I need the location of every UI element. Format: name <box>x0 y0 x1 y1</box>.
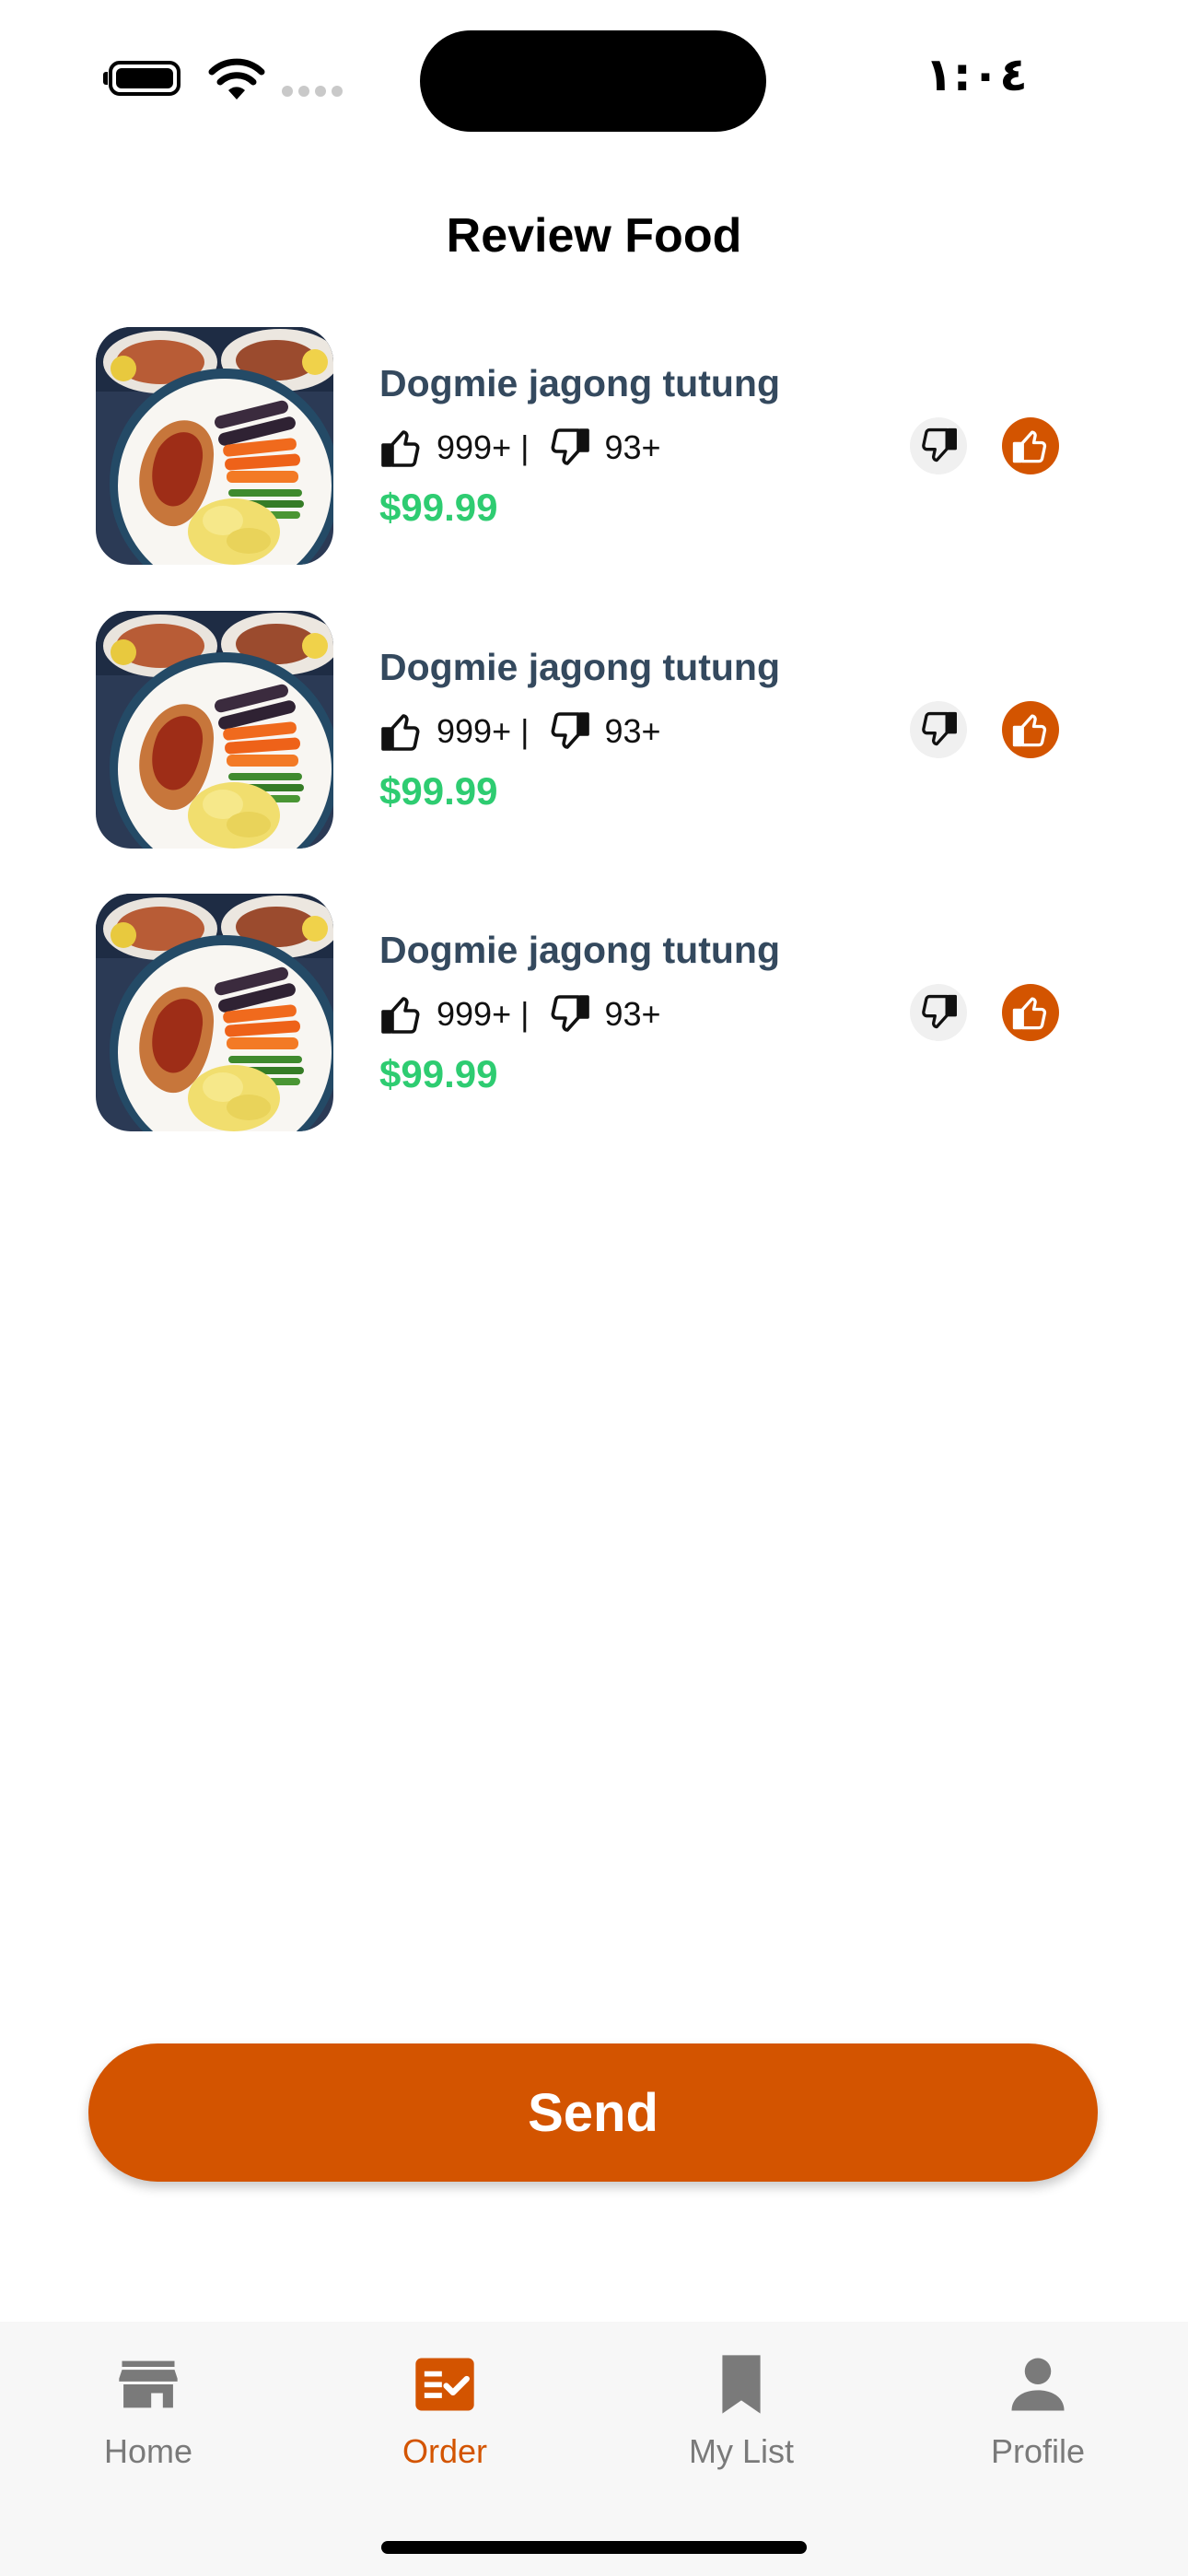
nav-label-order: Order <box>402 2432 488 2470</box>
like-button[interactable] <box>1002 701 1059 758</box>
page-title: Review Food <box>446 209 742 263</box>
food-image <box>96 894 333 1131</box>
home-indicator <box>381 2541 807 2554</box>
thumb-down-icon <box>918 426 959 466</box>
food-price: $99.99 <box>379 486 498 529</box>
stats-separator: | <box>520 995 530 1033</box>
status-time: ١:٠٤ <box>925 48 1028 101</box>
like-count: 999+ <box>437 428 512 466</box>
dislike-count: 93+ <box>604 712 661 750</box>
thumb-down-icon <box>547 426 591 470</box>
send-button[interactable]: Send <box>88 2043 1098 2182</box>
bottom-nav: Home Order My List Profile <box>0 2322 1188 2576</box>
nav-label-my-list: My List <box>688 2432 794 2470</box>
thumb-up-icon <box>379 992 424 1036</box>
status-bar: ١:٠٤ <box>0 0 1188 157</box>
person-icon <box>1011 2358 1065 2411</box>
thumb-up-icon <box>1011 993 1050 1032</box>
wifi-icon <box>208 58 265 100</box>
dislike-count: 93+ <box>604 428 661 466</box>
dislike-button[interactable] <box>910 417 967 474</box>
store-icon <box>119 2360 178 2408</box>
nav-label-profile: Profile <box>990 2432 1086 2470</box>
nav-item-order[interactable]: Order <box>297 2349 593 2471</box>
thumb-down-icon <box>918 992 959 1033</box>
food-name: Dogmie jagong tutung <box>379 362 780 404</box>
thumb-down-icon <box>547 992 591 1036</box>
order-list-icon <box>415 2358 474 2411</box>
food-image <box>96 611 333 849</box>
food-review-item: Dogmie jagong tutung 999+ | 93+ $99.99 <box>96 894 1109 1131</box>
battery-icon <box>103 61 188 100</box>
food-price: $99.99 <box>379 769 498 813</box>
food-name: Dogmie jagong tutung <box>379 929 780 971</box>
food-stats: 999+ | 93+ <box>379 991 661 1037</box>
bookmark-icon <box>722 2355 761 2414</box>
thumb-up-icon <box>1011 427 1050 465</box>
food-stats: 999+ | 93+ <box>379 425 661 471</box>
like-count: 999+ <box>437 995 512 1033</box>
food-review-item: Dogmie jagong tutung 999+ | 93+ $99.99 <box>96 611 1109 849</box>
nav-item-profile[interactable]: Profile <box>890 2349 1186 2471</box>
dislike-button[interactable] <box>910 701 967 758</box>
nav-item-home[interactable]: Home <box>0 2349 297 2471</box>
dynamic-island <box>420 30 766 132</box>
dislike-count: 93+ <box>604 995 661 1033</box>
food-stats: 999+ | 93+ <box>379 708 661 755</box>
like-count: 999+ <box>437 712 512 750</box>
food-name: Dogmie jagong tutung <box>379 646 780 688</box>
dislike-button[interactable] <box>910 984 967 1041</box>
stats-separator: | <box>520 428 530 466</box>
thumb-down-icon <box>547 709 591 754</box>
like-button[interactable] <box>1002 417 1059 474</box>
food-price: $99.99 <box>379 1052 498 1095</box>
food-image <box>96 327 333 565</box>
thumb-down-icon <box>918 709 959 750</box>
thumb-up-icon <box>379 709 424 754</box>
like-button[interactable] <box>1002 984 1059 1041</box>
cellular-signal-icon <box>282 86 343 97</box>
thumb-up-icon <box>379 426 424 470</box>
nav-label-home: Home <box>103 2432 193 2470</box>
food-review-item: Dogmie jagong tutung 999+ | 93+ $99.99 <box>96 327 1109 565</box>
nav-item-my-list[interactable]: My List <box>593 2349 890 2471</box>
thumb-up-icon <box>1011 710 1050 749</box>
stats-separator: | <box>520 712 530 750</box>
